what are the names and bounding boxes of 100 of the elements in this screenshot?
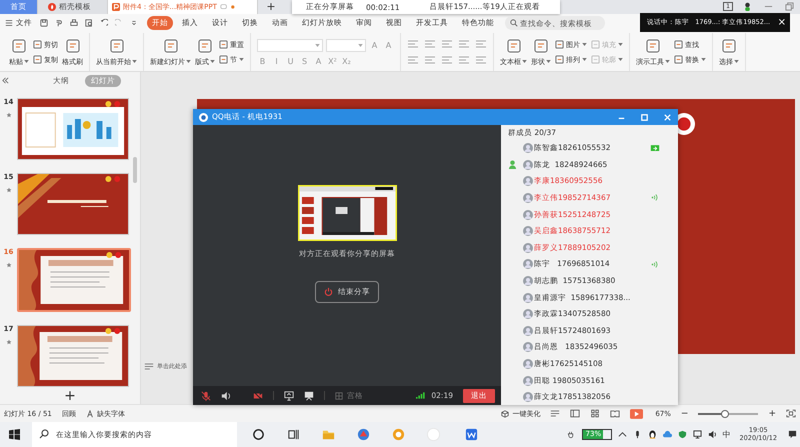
penguin-icon[interactable] [648,430,657,440]
avatar-icon [523,210,533,220]
tool-icon [645,38,661,54]
restore-icon[interactable] [785,2,794,12]
customize-icon[interactable] [130,19,138,28]
power-plug-icon[interactable] [566,430,576,440]
avatar-icon [523,309,533,320]
save-icon[interactable] [40,19,48,28]
tool-icon [33,55,42,64]
star-icon [6,112,12,118]
normal-view-icon[interactable] [570,409,580,418]
avatar-icon [523,376,533,386]
tool-icon [721,38,737,54]
caret-icon [315,44,320,47]
app-icon[interactable] [357,428,370,442]
add-slide-button[interactable]: + [0,386,140,404]
chevron-up-icon[interactable] [618,430,627,440]
slide-thumbnail[interactable] [17,248,131,312]
menu-icon [5,19,13,28]
tool-icon [533,38,549,54]
tool-icon [219,55,228,64]
avatar-icon [523,226,533,236]
avatar-icon [523,192,533,203]
close-icon[interactable] [663,112,672,122]
call-app-icon [199,112,208,122]
speaker-icon[interactable] [221,390,231,401]
task-view-circle-icon[interactable] [252,428,265,442]
power-icon [324,287,333,296]
font-name-field[interactable] [257,38,323,52]
slide-thumbnail[interactable] [17,324,129,387]
cloud-icon[interactable] [662,430,672,440]
tool-icon [555,40,564,50]
volume-icon[interactable] [708,430,717,440]
font-size-field[interactable] [326,38,366,52]
tool-icon [591,55,600,64]
avatar-icon [523,176,533,186]
avatar-icon [523,392,533,402]
avatar-icon [523,259,533,270]
zoom-out-button[interactable]: − [680,408,688,419]
tool-icon [674,55,683,64]
print-icon[interactable] [70,19,78,28]
zoom-in-button[interactable]: + [768,408,776,419]
avatar-icon [523,292,533,303]
grid-icon [335,392,343,400]
tool-icon [64,38,80,54]
print-preview-icon[interactable] [85,19,93,28]
avatar-icon [523,160,533,170]
input-method-indicator[interactable]: 中 [722,429,731,440]
reading-view-icon[interactable] [610,409,620,418]
notification-icon[interactable] [788,430,797,440]
screen-share-icon[interactable] [284,390,294,401]
grid-view-icon[interactable] [590,409,600,418]
windows-start-icon[interactable] [9,429,20,440]
caret-icon [358,44,363,47]
tool-icon [33,40,42,50]
timeline-icon[interactable] [287,428,300,442]
maximize-icon[interactable] [640,112,649,122]
network-icon[interactable] [692,430,702,440]
tool-icon [108,38,124,54]
user-avatar-icon[interactable] [743,2,752,12]
zoom-slider[interactable] [698,412,758,415]
camera-icon[interactable] [253,390,263,401]
flame-icon [48,2,56,11]
cube-icon [501,410,510,418]
play-slideshow-icon[interactable] [630,408,644,419]
star-icon [6,262,12,268]
avatar-icon [523,143,533,154]
font-icon [86,410,94,418]
tab-status-icon [220,2,236,11]
avatar-icon [523,358,533,369]
presentation-file-icon [112,2,120,11]
undo-icon[interactable] [100,19,108,28]
avatar-icon [523,276,533,286]
presentation-icon[interactable] [304,390,314,401]
new-tab-button[interactable]: + [258,0,284,14]
search-icon [510,19,518,28]
slide-thumbnail[interactable] [17,172,129,235]
shield-icon[interactable] [678,430,687,440]
avatar-icon [523,242,533,253]
notes-view-icon[interactable] [550,409,560,418]
office-app-icon[interactable] [465,428,478,442]
tool-icon [506,38,522,54]
tool-icon [197,38,213,54]
slide-thumbnail[interactable] [17,98,129,160]
search-icon [39,429,49,440]
close-button[interactable]: × [778,17,786,28]
star-icon [6,186,12,193]
star-icon [6,338,12,345]
fit-window-icon[interactable] [786,409,796,418]
tool-icon [674,40,683,50]
tool-icon [555,55,564,64]
tool-icon [11,38,27,54]
tool-icon [162,38,178,54]
signal-icon [416,392,428,400]
tool-icon [219,40,228,50]
avatar-icon [523,326,533,336]
collapse-icon[interactable] [2,77,9,84]
tool-icon [591,40,600,50]
notes-icon[interactable] [144,362,154,372]
avatar-icon [523,342,533,352]
